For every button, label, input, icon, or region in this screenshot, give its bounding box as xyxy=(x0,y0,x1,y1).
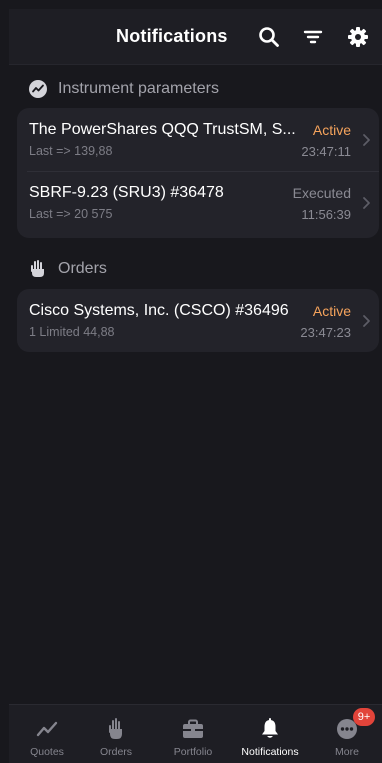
bottom-tab-bar: Quotes Orders Portfolio Notifications Mo… xyxy=(9,704,382,763)
tab-portfolio[interactable]: Portfolio xyxy=(155,705,231,763)
chevron-right-icon xyxy=(362,314,371,328)
list-item[interactable]: Cisco Systems, Inc. (CSCO) #36496 1 Limi… xyxy=(17,289,379,352)
section-instrument-parameters: Instrument parameters xyxy=(29,78,219,100)
chevron-right-icon xyxy=(362,196,371,210)
page-title: Notifications xyxy=(116,26,228,46)
hand-icon xyxy=(29,260,47,278)
search-icon[interactable] xyxy=(257,25,281,49)
section-orders: Orders xyxy=(29,258,107,280)
trend-chart-icon xyxy=(29,80,47,98)
order-notifications-card: Cisco Systems, Inc. (CSCO) #36496 1 Limi… xyxy=(17,289,379,352)
tab-label: Quotes xyxy=(30,746,64,758)
tab-more[interactable]: More 9+ xyxy=(309,705,382,763)
notification-title: Cisco Systems, Inc. (CSCO) #36496 xyxy=(29,302,289,319)
status-badge: Executed xyxy=(292,185,351,201)
notification-time: 23:47:23 xyxy=(300,325,351,340)
section-label: Instrument parameters xyxy=(58,80,219,97)
status-badge: Active xyxy=(312,303,351,319)
notification-title: The PowerShares QQQ TrustSM, S... xyxy=(29,121,296,138)
list-item[interactable]: SBRF-9.23 (SRU3) #36478 Last => 20 575 E… xyxy=(17,171,379,234)
notification-subtitle: Last => 139,88 xyxy=(29,144,113,158)
notifications-screen: Notifications Instrument parameters The … xyxy=(9,9,382,763)
gear-icon[interactable] xyxy=(346,25,370,49)
notification-title: SBRF-9.23 (SRU3) #36478 xyxy=(29,184,224,201)
tab-orders[interactable]: Orders xyxy=(78,705,154,763)
notification-subtitle: Last => 20 575 xyxy=(29,207,113,221)
notification-time: 11:56:39 xyxy=(301,207,351,222)
briefcase-icon xyxy=(181,718,205,740)
section-label: Orders xyxy=(58,260,107,277)
filter-icon[interactable] xyxy=(301,25,325,49)
status-badge: Active xyxy=(312,122,351,138)
notification-subtitle: 1 Limited 44,88 xyxy=(29,325,115,339)
chevron-right-icon xyxy=(362,133,371,147)
list-item[interactable]: The PowerShares QQQ TrustSM, S... Last =… xyxy=(17,108,379,171)
bell-icon xyxy=(258,718,282,740)
notification-count-badge: 9+ xyxy=(353,708,375,726)
tab-label: Portfolio xyxy=(173,746,213,758)
tab-label: Notifications xyxy=(241,746,299,758)
tab-label: Orders xyxy=(99,746,133,758)
tab-label: More xyxy=(335,746,359,758)
instrument-notifications-card: The PowerShares QQQ TrustSM, S... Last =… xyxy=(17,108,379,238)
tab-quotes[interactable]: Quotes xyxy=(9,705,85,763)
tab-notifications[interactable]: Notifications xyxy=(232,705,308,763)
app-header: Notifications xyxy=(9,9,382,65)
trend-line-icon xyxy=(35,718,59,740)
hand-icon xyxy=(104,718,128,740)
notification-time: 23:47:11 xyxy=(301,144,351,159)
